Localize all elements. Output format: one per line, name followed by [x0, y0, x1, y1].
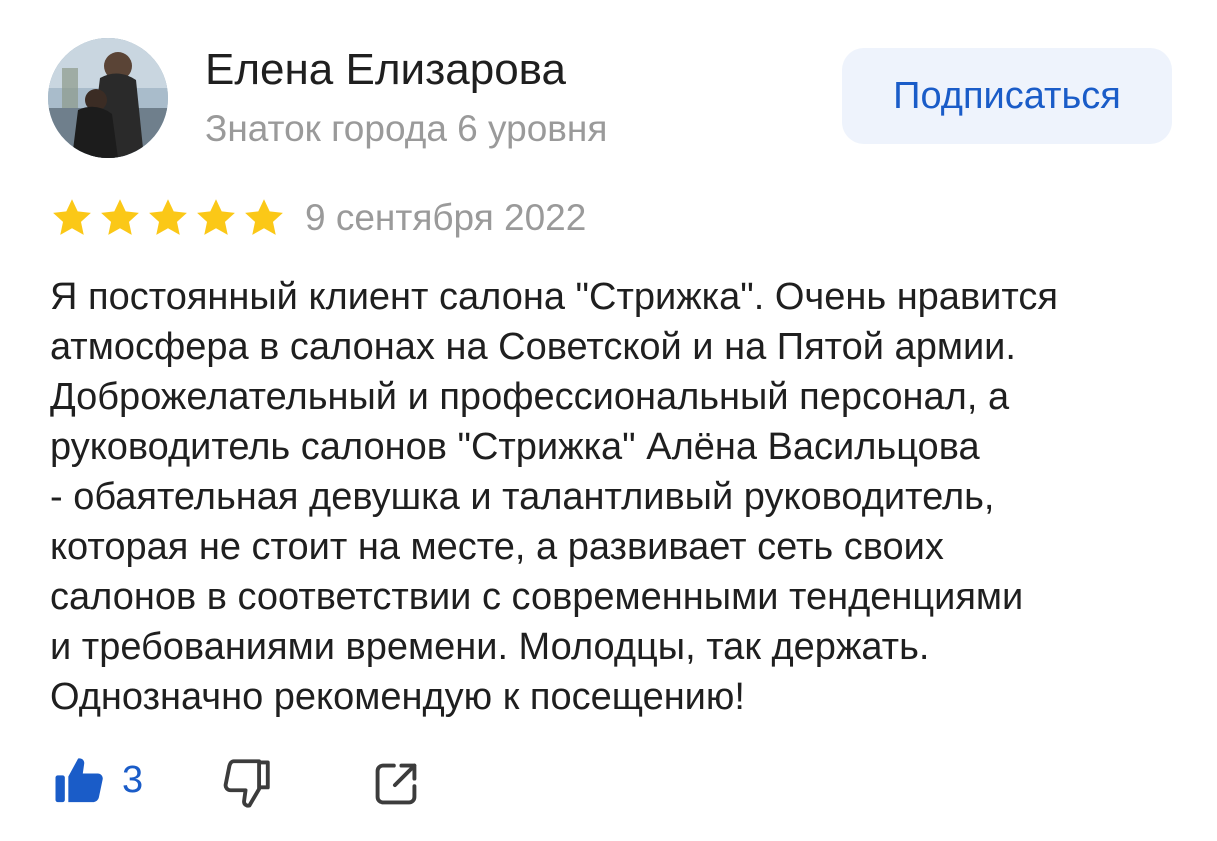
subscribe-button[interactable]: Подписаться	[842, 48, 1172, 144]
author-level: Знаток города 6 уровня	[205, 108, 608, 149]
thumbs-down-icon	[223, 759, 270, 808]
thumbs-up-icon	[55, 758, 103, 803]
rating-stars	[50, 196, 286, 240]
star-icon	[53, 199, 91, 235]
review-text-line: Я постоянный клиент салона "Стрижка". Оч…	[50, 276, 1058, 318]
review-text-line: Однозначно рекомендую к посещению!	[50, 676, 745, 718]
star-icon	[101, 199, 139, 235]
dislike-button[interactable]	[218, 754, 276, 817]
star-icon	[245, 199, 283, 235]
review-text-line: которая не стоит на месте, а развивает с…	[50, 526, 944, 568]
author-name[interactable]: Елена Елизарова	[205, 44, 566, 96]
review-text-line: салонов в соответствии с современными те…	[50, 576, 1024, 618]
review-date: 9 сентября 2022	[305, 197, 587, 238]
review-text-line: атмосфера в салонах на Советской и на Пя…	[50, 326, 1016, 368]
share-icon	[375, 763, 417, 805]
star-icon	[197, 199, 235, 235]
avatar-photo	[48, 38, 168, 158]
review-text-line: - обаятельная девушка и талантливый руко…	[50, 476, 995, 518]
like-count: 3	[122, 759, 144, 801]
like-button[interactable]: 3	[52, 752, 143, 808]
review-text-line: руководитель салонов "Стрижка" Алёна Вас…	[50, 426, 980, 468]
avatar[interactable]	[48, 38, 168, 158]
review-text: Я постоянный клиент салона "Стрижка". Оч…	[50, 272, 1200, 722]
review-text-line: Доброжелательный и профессиональный перс…	[50, 376, 1010, 418]
share-button[interactable]	[370, 758, 422, 815]
review-text-line: и требованиями времени. Молодцы, так дер…	[50, 626, 930, 668]
star-icon	[149, 199, 187, 235]
